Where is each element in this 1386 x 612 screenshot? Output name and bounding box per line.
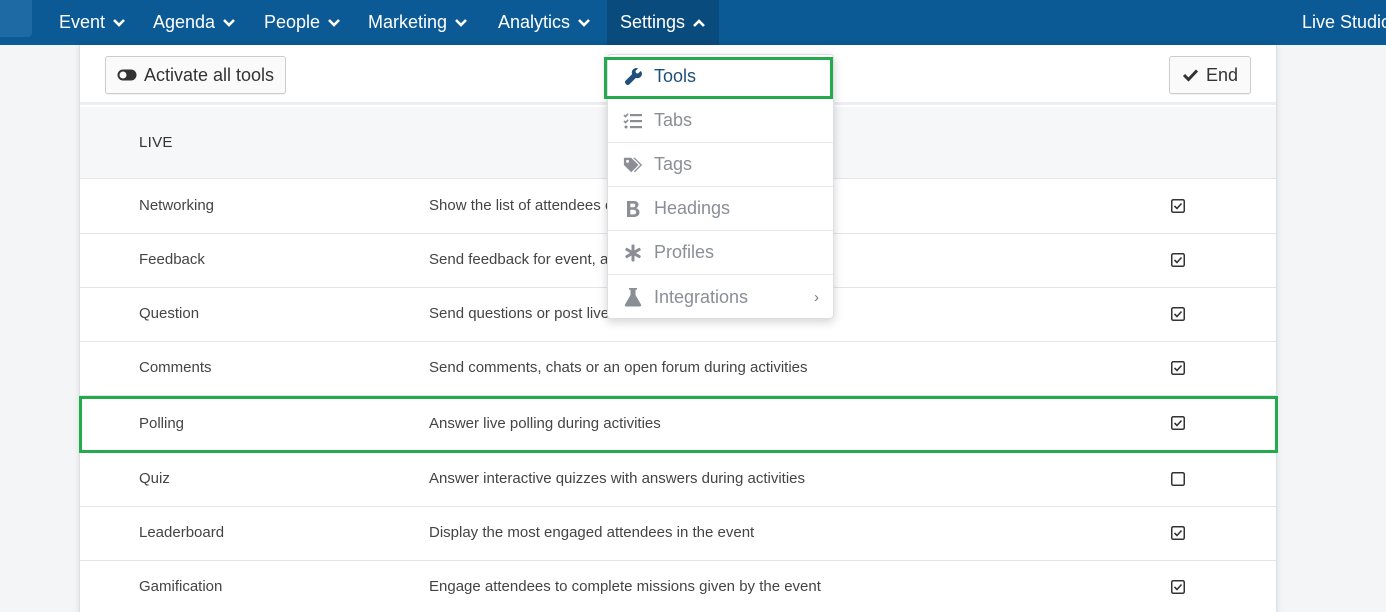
chevron-down-icon (578, 18, 590, 27)
nav-marketing-menu[interactable]: Marketing (368, 0, 468, 45)
menu-item-label: Tabs (654, 110, 693, 130)
menu-item-label: Integrations (654, 286, 749, 307)
tool-description: Send feedback for event, ac (429, 251, 616, 268)
tool-name: Comments (139, 359, 212, 376)
chevron-down-icon (455, 18, 467, 27)
nav-event-menu[interactable]: Event (59, 0, 126, 45)
chevron-down-icon (113, 18, 125, 27)
checkbox-checked[interactable] (1171, 253, 1185, 267)
chevron-down-icon (328, 18, 340, 27)
nav-people-label: People (264, 12, 321, 32)
checkbox-checked[interactable] (1171, 526, 1185, 540)
nav-agenda-menu[interactable]: Agenda (153, 0, 236, 45)
top-navigation-bar: Event Agenda People Marketing Analytics … (0, 0, 1386, 45)
activate-all-tools-button[interactable]: Activate all tools (105, 56, 286, 94)
menu-item-tags[interactable]: Tags (608, 143, 833, 187)
checklist-icon (623, 111, 643, 131)
tags-icon (623, 155, 643, 175)
checkbox-checked[interactable] (1171, 416, 1185, 430)
chevron-up-icon (693, 18, 705, 27)
tool-description: Answer interactive quizzes with answers … (429, 470, 805, 487)
checkbox-checked[interactable] (1171, 580, 1185, 594)
tool-description: Answer live polling during activities (429, 415, 661, 432)
asterisk-icon (623, 243, 643, 263)
chevron-right-icon: › (814, 288, 819, 306)
nav-home-button[interactable] (0, 0, 32, 37)
menu-item-tools[interactable]: Tools (608, 55, 833, 99)
settings-dropdown-menu: Tools Tabs Tags Headings Profiles Integr… (607, 54, 834, 319)
tool-description: Show the list of attendees o (429, 197, 614, 214)
nav-settings-menu[interactable]: Settings (607, 0, 719, 45)
section-title: LIVE (139, 134, 173, 151)
menu-item-profiles[interactable]: Profiles (608, 231, 833, 275)
tool-name: Question (139, 305, 200, 322)
nav-agenda-label: Agenda (153, 12, 216, 32)
wrench-icon (623, 67, 643, 87)
end-button[interactable]: End (1169, 56, 1251, 94)
checkbox-checked[interactable] (1171, 199, 1185, 213)
nav-event-label: Event (59, 12, 106, 32)
tool-name: Polling (139, 415, 185, 432)
nav-live-studio-link[interactable]: Live Studio (1302, 0, 1386, 45)
table-row: Leaderboard Display the most engaged att… (80, 507, 1276, 561)
bold-icon (623, 199, 643, 219)
tool-name: Gamification (139, 578, 223, 595)
tool-description: Engage attendees to complete missions gi… (429, 578, 821, 595)
tool-description: Send questions or post live (429, 305, 610, 322)
chevron-down-icon (223, 18, 235, 27)
tool-description: Send comments, chats or an open forum du… (429, 359, 808, 376)
tool-name: Leaderboard (139, 524, 225, 541)
checkbox-checked[interactable] (1171, 361, 1185, 375)
tool-name: Quiz (139, 470, 170, 487)
activate-all-tools-label: Activate all tools (143, 64, 275, 85)
menu-item-label: Tools (654, 66, 697, 86)
menu-item-label: Profiles (654, 242, 715, 262)
checkbox-checked[interactable] (1171, 307, 1185, 321)
toggle-icon (117, 69, 137, 81)
table-row: Polling Answer live polling during activ… (80, 396, 1276, 453)
menu-item-label: Headings (654, 198, 731, 218)
flask-icon (623, 287, 643, 307)
tool-name: Networking (139, 197, 215, 214)
tool-description: Display the most engaged attendees in th… (429, 524, 755, 541)
nav-settings-label: Settings (620, 12, 686, 32)
menu-item-integrations[interactable]: Integrations › (608, 275, 833, 319)
check-icon (1182, 69, 1199, 82)
menu-item-label: Tags (654, 154, 693, 174)
menu-item-tabs[interactable]: Tabs (608, 99, 833, 143)
nav-analytics-label: Analytics (498, 12, 571, 32)
live-studio-label: Live Studio (1302, 12, 1386, 32)
table-row: Gamification Engage attendees to complet… (80, 561, 1276, 612)
checkbox-unchecked[interactable] (1171, 472, 1185, 486)
end-label: End (1205, 64, 1239, 85)
menu-item-headings[interactable]: Headings (608, 187, 833, 231)
nav-marketing-label: Marketing (368, 12, 448, 32)
table-row: Comments Send comments, chats or an open… (80, 342, 1276, 396)
table-row: Quiz Answer interactive quizzes with ans… (80, 453, 1276, 507)
nav-analytics-menu[interactable]: Analytics (498, 0, 591, 45)
tool-name: Feedback (139, 251, 205, 268)
nav-people-menu[interactable]: People (264, 0, 341, 45)
